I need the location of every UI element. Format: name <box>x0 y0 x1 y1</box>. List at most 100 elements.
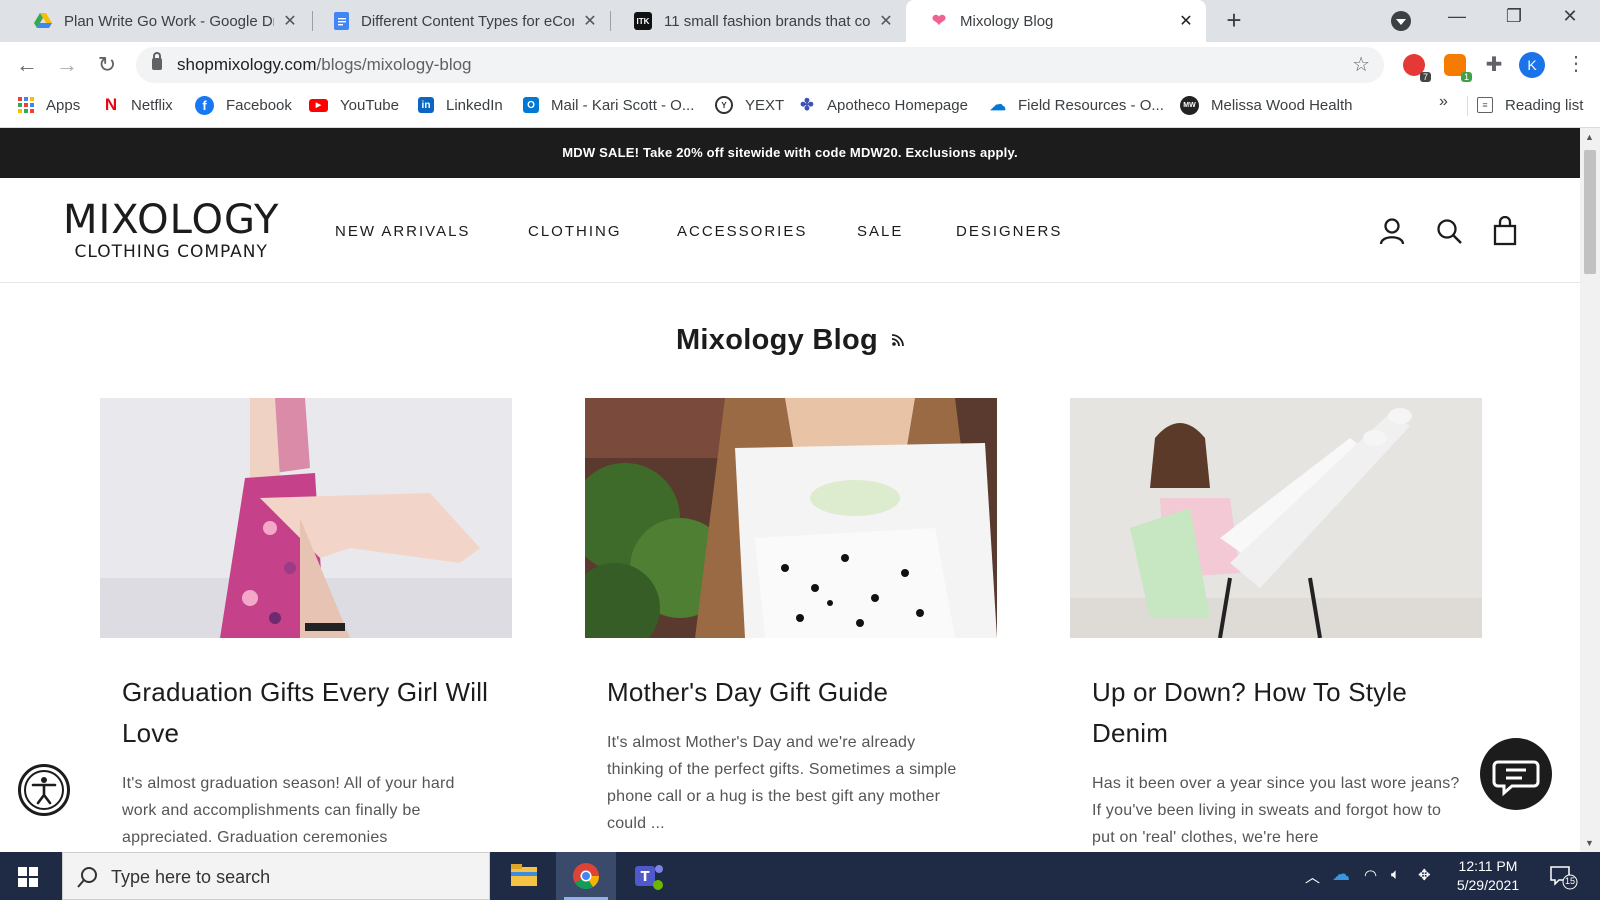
page-title: Mixology Blog <box>0 324 1580 357</box>
chat-bubble-icon <box>1492 760 1540 797</box>
close-icon[interactable]: ✕ <box>282 11 298 31</box>
system-clock[interactable]: 12:11 PM 5/29/2021 <box>1440 857 1536 895</box>
bookmark-youtube[interactable]: ▶ YouTube <box>309 88 399 122</box>
bookmark-apps[interactable]: Apps <box>18 88 80 122</box>
logo-tagline: CLOTHING COMPANY <box>74 242 268 262</box>
post-image-denim[interactable] <box>1070 398 1482 638</box>
clock-date: 5/29/2021 <box>1456 877 1520 893</box>
restore-button[interactable]: ❐ <box>1499 6 1529 27</box>
browser-menu-icon[interactable]: ⋮ <box>1566 51 1586 76</box>
tab-title: 11 small fashion brands that coul <box>664 12 870 30</box>
nav-new-arrivals[interactable]: NEW ARRIVALS <box>335 223 470 240</box>
extension-orange-icon[interactable]: 1 <box>1444 54 1472 82</box>
close-icon[interactable]: ✕ <box>1178 11 1194 31</box>
rss-feed-icon[interactable] <box>891 333 904 349</box>
back-button[interactable]: ← <box>13 51 41 79</box>
window-close-button[interactable]: ✕ <box>1555 6 1585 27</box>
bookmark-apotheco[interactable]: ✤ Apotheco Homepage <box>799 88 968 122</box>
onedrive-tray-icon[interactable]: ☁ <box>1332 864 1350 885</box>
accessibility-widget-button[interactable] <box>18 764 70 816</box>
apotheco-icon: ✤ <box>800 97 814 114</box>
heart-icon: ❤ <box>931 11 947 30</box>
bookmark-field-resources[interactable]: ☁ Field Resources - O... <box>990 88 1164 122</box>
nav-designers[interactable]: DESIGNERS <box>956 223 1062 240</box>
accessibility-icon <box>24 770 64 810</box>
windows-start-icon[interactable] <box>18 867 38 887</box>
minimize-button[interactable]: — <box>1442 6 1472 27</box>
nav-clothing[interactable]: CLOTHING <box>528 223 622 240</box>
volume-icon[interactable]: 🔈︎ <box>1391 866 1400 883</box>
bookmarks-overflow-button[interactable]: » <box>1439 93 1448 111</box>
close-icon[interactable]: ✕ <box>878 11 894 31</box>
bookmark-linkedin[interactable]: in LinkedIn <box>418 88 503 122</box>
taskbar-search-input[interactable]: Type here to search <box>62 852 490 900</box>
page-scrollbar[interactable]: ▲ ▼ <box>1580 128 1600 852</box>
chat-widget-button[interactable] <box>1480 738 1552 810</box>
tab-title: Plan Write Go Work - Google Dri <box>64 12 274 30</box>
extensions-puzzle-icon[interactable]: ✚ <box>1483 54 1505 76</box>
bookmark-facebook[interactable]: f Facebook <box>195 88 292 122</box>
close-icon[interactable]: ✕ <box>582 11 598 31</box>
bookmark-star-icon[interactable]: ☆ <box>1352 52 1370 77</box>
shopping-bag-icon[interactable] <box>1490 216 1520 246</box>
logo-wordmark: MIXOLOGY <box>63 197 280 243</box>
tab-itk[interactable]: ITK 11 small fashion brands that coul ✕ <box>610 0 906 42</box>
bookmark-yext[interactable]: Y YEXT <box>715 88 784 122</box>
post-title[interactable]: Up or Down? How To Style Denim <box>1092 672 1460 754</box>
folder-icon <box>511 864 537 886</box>
profile-avatar[interactable]: K <box>1519 52 1545 78</box>
tab-google-docs[interactable]: Different Content Types for eCon ✕ <box>310 0 610 42</box>
show-hidden-icons-icon[interactable]: ︿ <box>1305 866 1320 887</box>
mw-icon: MW <box>1180 95 1199 115</box>
reading-list-icon: ≡ <box>1477 97 1493 113</box>
post-excerpt: It's almost Mother's Day and we're alrea… <box>607 734 957 832</box>
site-logo[interactable]: MIXOLOGY CLOTHING COMPANY <box>63 198 279 262</box>
nav-sale[interactable]: SALE <box>857 223 903 240</box>
google-drive-icon <box>34 12 52 30</box>
windows-taskbar: Type here to search T ︿ ☁ ◠ 🔈︎ ✥ 12:11 P… <box>0 852 1600 900</box>
search-icon[interactable] <box>1434 216 1464 246</box>
notification-center-button[interactable]: 15 <box>1548 864 1578 890</box>
scroll-up-arrow-icon[interactable]: ▲ <box>1585 132 1594 142</box>
search-placeholder: Type here to search <box>111 867 271 887</box>
teams-taskbar-button[interactable]: T <box>618 852 678 900</box>
blog-card[interactable]: Up or Down? How To Style Denim Has it be… <box>1070 398 1482 851</box>
bookmarks-bar: Apps N Netflix f Facebook ▶ YouTube in L… <box>0 88 1600 128</box>
chrome-icon <box>573 863 600 890</box>
url-text[interactable]: shopmixology.com/blogs/mixology-blog <box>177 55 472 75</box>
bookmark-melissa-wood[interactable]: MW Melissa Wood Health <box>1180 88 1352 122</box>
promo-banner[interactable]: MDW SALE! Take 20% off sitewide with cod… <box>0 128 1580 178</box>
wifi-icon[interactable]: ◠ <box>1364 866 1377 884</box>
reading-list-button[interactable]: ≡ Reading list <box>1477 88 1583 122</box>
extension-red-icon[interactable]: 7 <box>1403 54 1431 82</box>
tab-google-drive[interactable]: Plan Write Go Work - Google Dri ✕ <box>10 0 310 42</box>
new-tab-button[interactable]: + <box>1222 7 1246 33</box>
blog-card[interactable]: Mother's Day Gift Guide It's almost Moth… <box>585 398 997 837</box>
post-image-graduation[interactable] <box>100 398 512 638</box>
netflix-icon: N <box>104 95 118 114</box>
dropbox-tray-icon[interactable]: ✥ <box>1418 866 1431 884</box>
scroll-down-arrow-icon[interactable]: ▼ <box>1585 838 1594 848</box>
nav-accessories[interactable]: ACCESSORIES <box>677 223 807 240</box>
bookmark-outlook-mail[interactable]: O Mail - Kari Scott - O... <box>523 88 694 122</box>
youtube-icon: ▶ <box>309 98 328 112</box>
forward-button[interactable]: → <box>53 51 81 79</box>
tab-title: Different Content Types for eCon <box>361 12 574 30</box>
post-title[interactable]: Mother's Day Gift Guide <box>607 672 975 713</box>
clock-time: 12:11 PM <box>1458 858 1518 874</box>
lock-icon <box>152 52 162 70</box>
tab-mixology-blog[interactable]: ❤ Mixology Blog ✕ <box>906 0 1206 42</box>
tab-search-button[interactable] <box>1391 11 1411 31</box>
reload-button[interactable]: ↻ <box>93 51 121 79</box>
post-image-mothers-day[interactable] <box>585 398 997 638</box>
post-title[interactable]: Graduation Gifts Every Girl Will Love <box>122 672 490 754</box>
bookmarks-divider <box>1467 96 1468 116</box>
tab-title: Mixology Blog <box>960 12 1054 30</box>
scrollbar-thumb[interactable] <box>1584 150 1596 274</box>
blog-card[interactable]: Graduation Gifts Every Girl Will Love It… <box>100 398 512 851</box>
chrome-taskbar-button[interactable] <box>556 852 616 900</box>
bookmark-netflix[interactable]: N Netflix <box>103 88 173 122</box>
file-explorer-taskbar-button[interactable] <box>494 852 554 900</box>
account-icon[interactable] <box>1377 216 1407 246</box>
address-bar[interactable]: shopmixology.com/blogs/mixology-blog ☆ <box>136 47 1384 83</box>
